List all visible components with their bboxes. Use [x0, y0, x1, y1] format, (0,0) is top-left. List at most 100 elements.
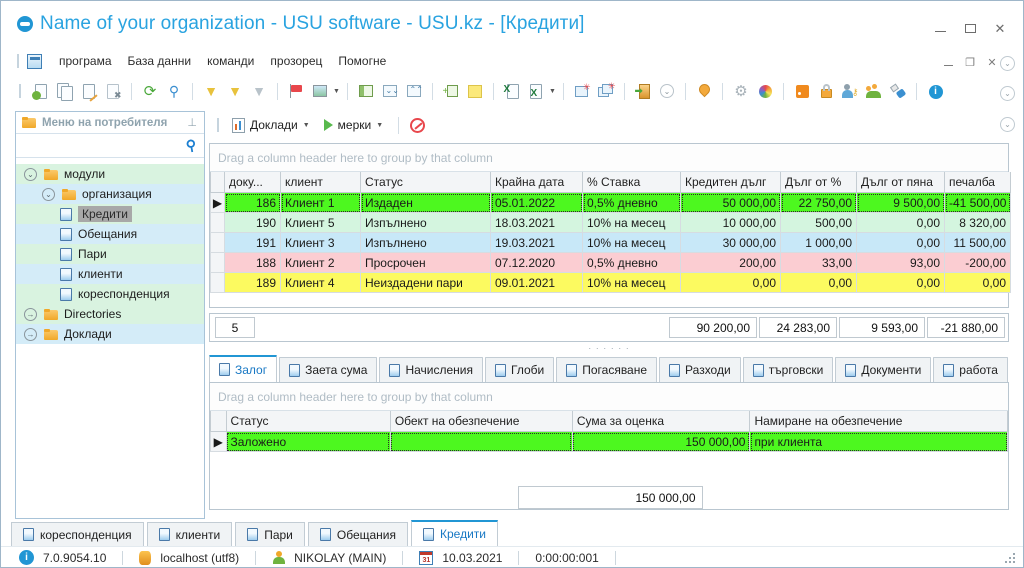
table-row[interactable]: ▶ Заложено 150 000,00 при клиента: [210, 431, 1008, 452]
window-tab-кореспонденция[interactable]: кореспонденция: [11, 522, 144, 546]
pin-icon[interactable]: ⊥: [187, 116, 200, 129]
note-button[interactable]: [464, 80, 486, 102]
measures-button[interactable]: мерки ▼: [319, 116, 389, 134]
detail_grid-column-header[interactable]: Обект на обезпечение: [389, 411, 573, 432]
table-cell[interactable]: 0,5% дневно: [582, 252, 681, 273]
table-cell[interactable]: Клиент 1: [280, 192, 361, 213]
content-toolbar-grip[interactable]: [217, 118, 219, 132]
table-cell[interactable]: Клиент 5: [280, 212, 361, 233]
main_grid-column-header[interactable]: Статус: [360, 172, 491, 193]
flag-button[interactable]: [285, 80, 307, 102]
window-tab-пари[interactable]: Пари: [235, 522, 305, 546]
table-cell[interactable]: 0,00: [680, 272, 781, 293]
table-cell[interactable]: 0,00: [944, 272, 1011, 293]
sidebar-item-обещания[interactable]: Обещания: [16, 224, 204, 244]
table-cell[interactable]: 186: [224, 192, 281, 213]
table-cell[interactable]: 0,00: [856, 232, 945, 253]
tab-погасяване[interactable]: Погасяване: [556, 357, 658, 382]
table-cell[interactable]: -41 500,00: [944, 192, 1011, 213]
table-cell[interactable]: Издаден: [360, 192, 491, 213]
table-cell[interactable]: 0,00: [780, 272, 857, 293]
table-cell[interactable]: 50 000,00: [680, 192, 781, 213]
table-cell[interactable]: 33,00: [780, 252, 857, 273]
window-tab-клиенти[interactable]: клиенти: [146, 522, 233, 546]
detail_grid-column-header[interactable]: Статус: [225, 411, 391, 432]
table-cell[interactable]: 188: [224, 252, 281, 273]
search-button[interactable]: ⚲: [163, 80, 185, 102]
table-cell[interactable]: 93,00: [856, 252, 945, 273]
filter-button[interactable]: ▼: [200, 80, 222, 102]
edit-record-button[interactable]: [78, 80, 100, 102]
plugin-button[interactable]: [887, 80, 909, 102]
table-cell[interactable]: 1 000,00: [780, 232, 857, 253]
reports-caret-icon[interactable]: ▼: [303, 122, 310, 129]
table-cell[interactable]: 19.03.2021: [490, 232, 583, 253]
add-record-button[interactable]: [30, 80, 52, 102]
collapse-icon[interactable]: ⌄: [42, 187, 55, 201]
main_grid-column-header[interactable]: Дълг от %: [780, 172, 857, 193]
close-button[interactable]: ✕: [985, 17, 1015, 39]
tab-начисления[interactable]: Начисления: [379, 357, 484, 382]
copy-record-button[interactable]: [54, 80, 76, 102]
sidebar-item-кореспонденция[interactable]: кореспонденция: [16, 284, 204, 304]
main_grid-column-header[interactable]: % Ставка: [582, 172, 681, 193]
lock-button[interactable]: [815, 80, 837, 102]
table-row[interactable]: 188 Клиент 2 Просрочен 07.12.2020 0,5% дневн…: [210, 252, 1011, 273]
table-cell[interactable]: Клиент 4: [280, 272, 361, 293]
table-cell[interactable]: 09.01.2021: [490, 272, 583, 293]
table-cell[interactable]: Изпълнено: [360, 212, 491, 233]
tab-търговски[interactable]: търговски: [742, 357, 834, 382]
table-cell[interactable]: 30 000,00: [680, 232, 781, 253]
new-window-button[interactable]: ✳: [571, 80, 593, 102]
exit-dropdown-button[interactable]: ⌄: [656, 80, 678, 102]
table-cell[interactable]: 10% на месец: [582, 232, 681, 253]
table-row[interactable]: 190 Клиент 5 Изпълнено 18.03.2021 10% на мес…: [210, 212, 1011, 233]
tab-залог[interactable]: Залог: [209, 355, 278, 382]
excel-dropdown-caret[interactable]: ▼: [548, 80, 557, 102]
users-button[interactable]: [863, 80, 885, 102]
table-cell[interactable]: 190: [224, 212, 281, 233]
table-cell[interactable]: Неиздадени пари: [360, 272, 491, 293]
table-cell[interactable]: 18.03.2021: [490, 212, 583, 233]
mdi-minimize-button[interactable]: [937, 53, 959, 71]
image-button[interactable]: [309, 80, 331, 102]
map-button[interactable]: [693, 80, 715, 102]
tab-разходи[interactable]: Разходи: [659, 357, 741, 382]
mdi-restore-button[interactable]: ❐: [959, 53, 981, 71]
refresh-button[interactable]: ⟳: [139, 80, 161, 102]
menu-prozorec[interactable]: прозорец: [262, 52, 330, 70]
close-windows-button[interactable]: ✳: [595, 80, 617, 102]
user-rights-button[interactable]: ⚷: [839, 80, 861, 102]
main_grid-column-header[interactable]: печалба: [944, 172, 1011, 193]
expand-all-button[interactable]: ⌄⌄: [379, 80, 401, 102]
theme-button[interactable]: [754, 80, 776, 102]
horizontal-splitter[interactable]: · · · · · ·: [209, 343, 1009, 353]
table-cell[interactable]: 500,00: [780, 212, 857, 233]
table-cell[interactable]: Клиент 3: [280, 232, 361, 253]
settings-button[interactable]: ⚙: [730, 80, 752, 102]
rss-button[interactable]: [791, 80, 813, 102]
collapse-menubar-icon[interactable]: ⌄: [1000, 56, 1015, 71]
window-tab-кредити[interactable]: Кредити: [411, 520, 498, 546]
tab-документи[interactable]: Документи: [835, 357, 932, 382]
sidebar-item-пари[interactable]: Пари: [16, 244, 204, 264]
table-cell[interactable]: Клиент 2: [280, 252, 361, 273]
expand-group-button[interactable]: [355, 80, 377, 102]
table-cell[interactable]: -200,00: [944, 252, 1011, 273]
exit-button[interactable]: ➡: [632, 80, 654, 102]
table-row[interactable]: 189 Клиент 4 Неиздадени пари 09.01.2021 10% …: [210, 272, 1011, 293]
table-cell[interactable]: при клиента: [749, 431, 1008, 452]
table-cell[interactable]: 10 000,00: [680, 212, 781, 233]
main_grid-column-header[interactable]: Крайна дата: [490, 172, 583, 193]
delete-record-button[interactable]: ✖: [102, 80, 124, 102]
table-cell[interactable]: 05.01.2022: [490, 192, 583, 213]
filter-builder-button[interactable]: ▼: [224, 80, 246, 102]
table-cell[interactable]: 11 500,00: [944, 232, 1011, 253]
resize-grip[interactable]: [1005, 551, 1017, 563]
image-dropdown-caret[interactable]: ▼: [332, 80, 341, 102]
table-cell[interactable]: 22 750,00: [780, 192, 857, 213]
table-cell[interactable]: 10% на месец: [582, 272, 681, 293]
group-panel[interactable]: Drag a column header here to group by th…: [210, 144, 1008, 172]
toolbar-grip[interactable]: [19, 84, 21, 98]
table-cell[interactable]: 9 500,00: [856, 192, 945, 213]
